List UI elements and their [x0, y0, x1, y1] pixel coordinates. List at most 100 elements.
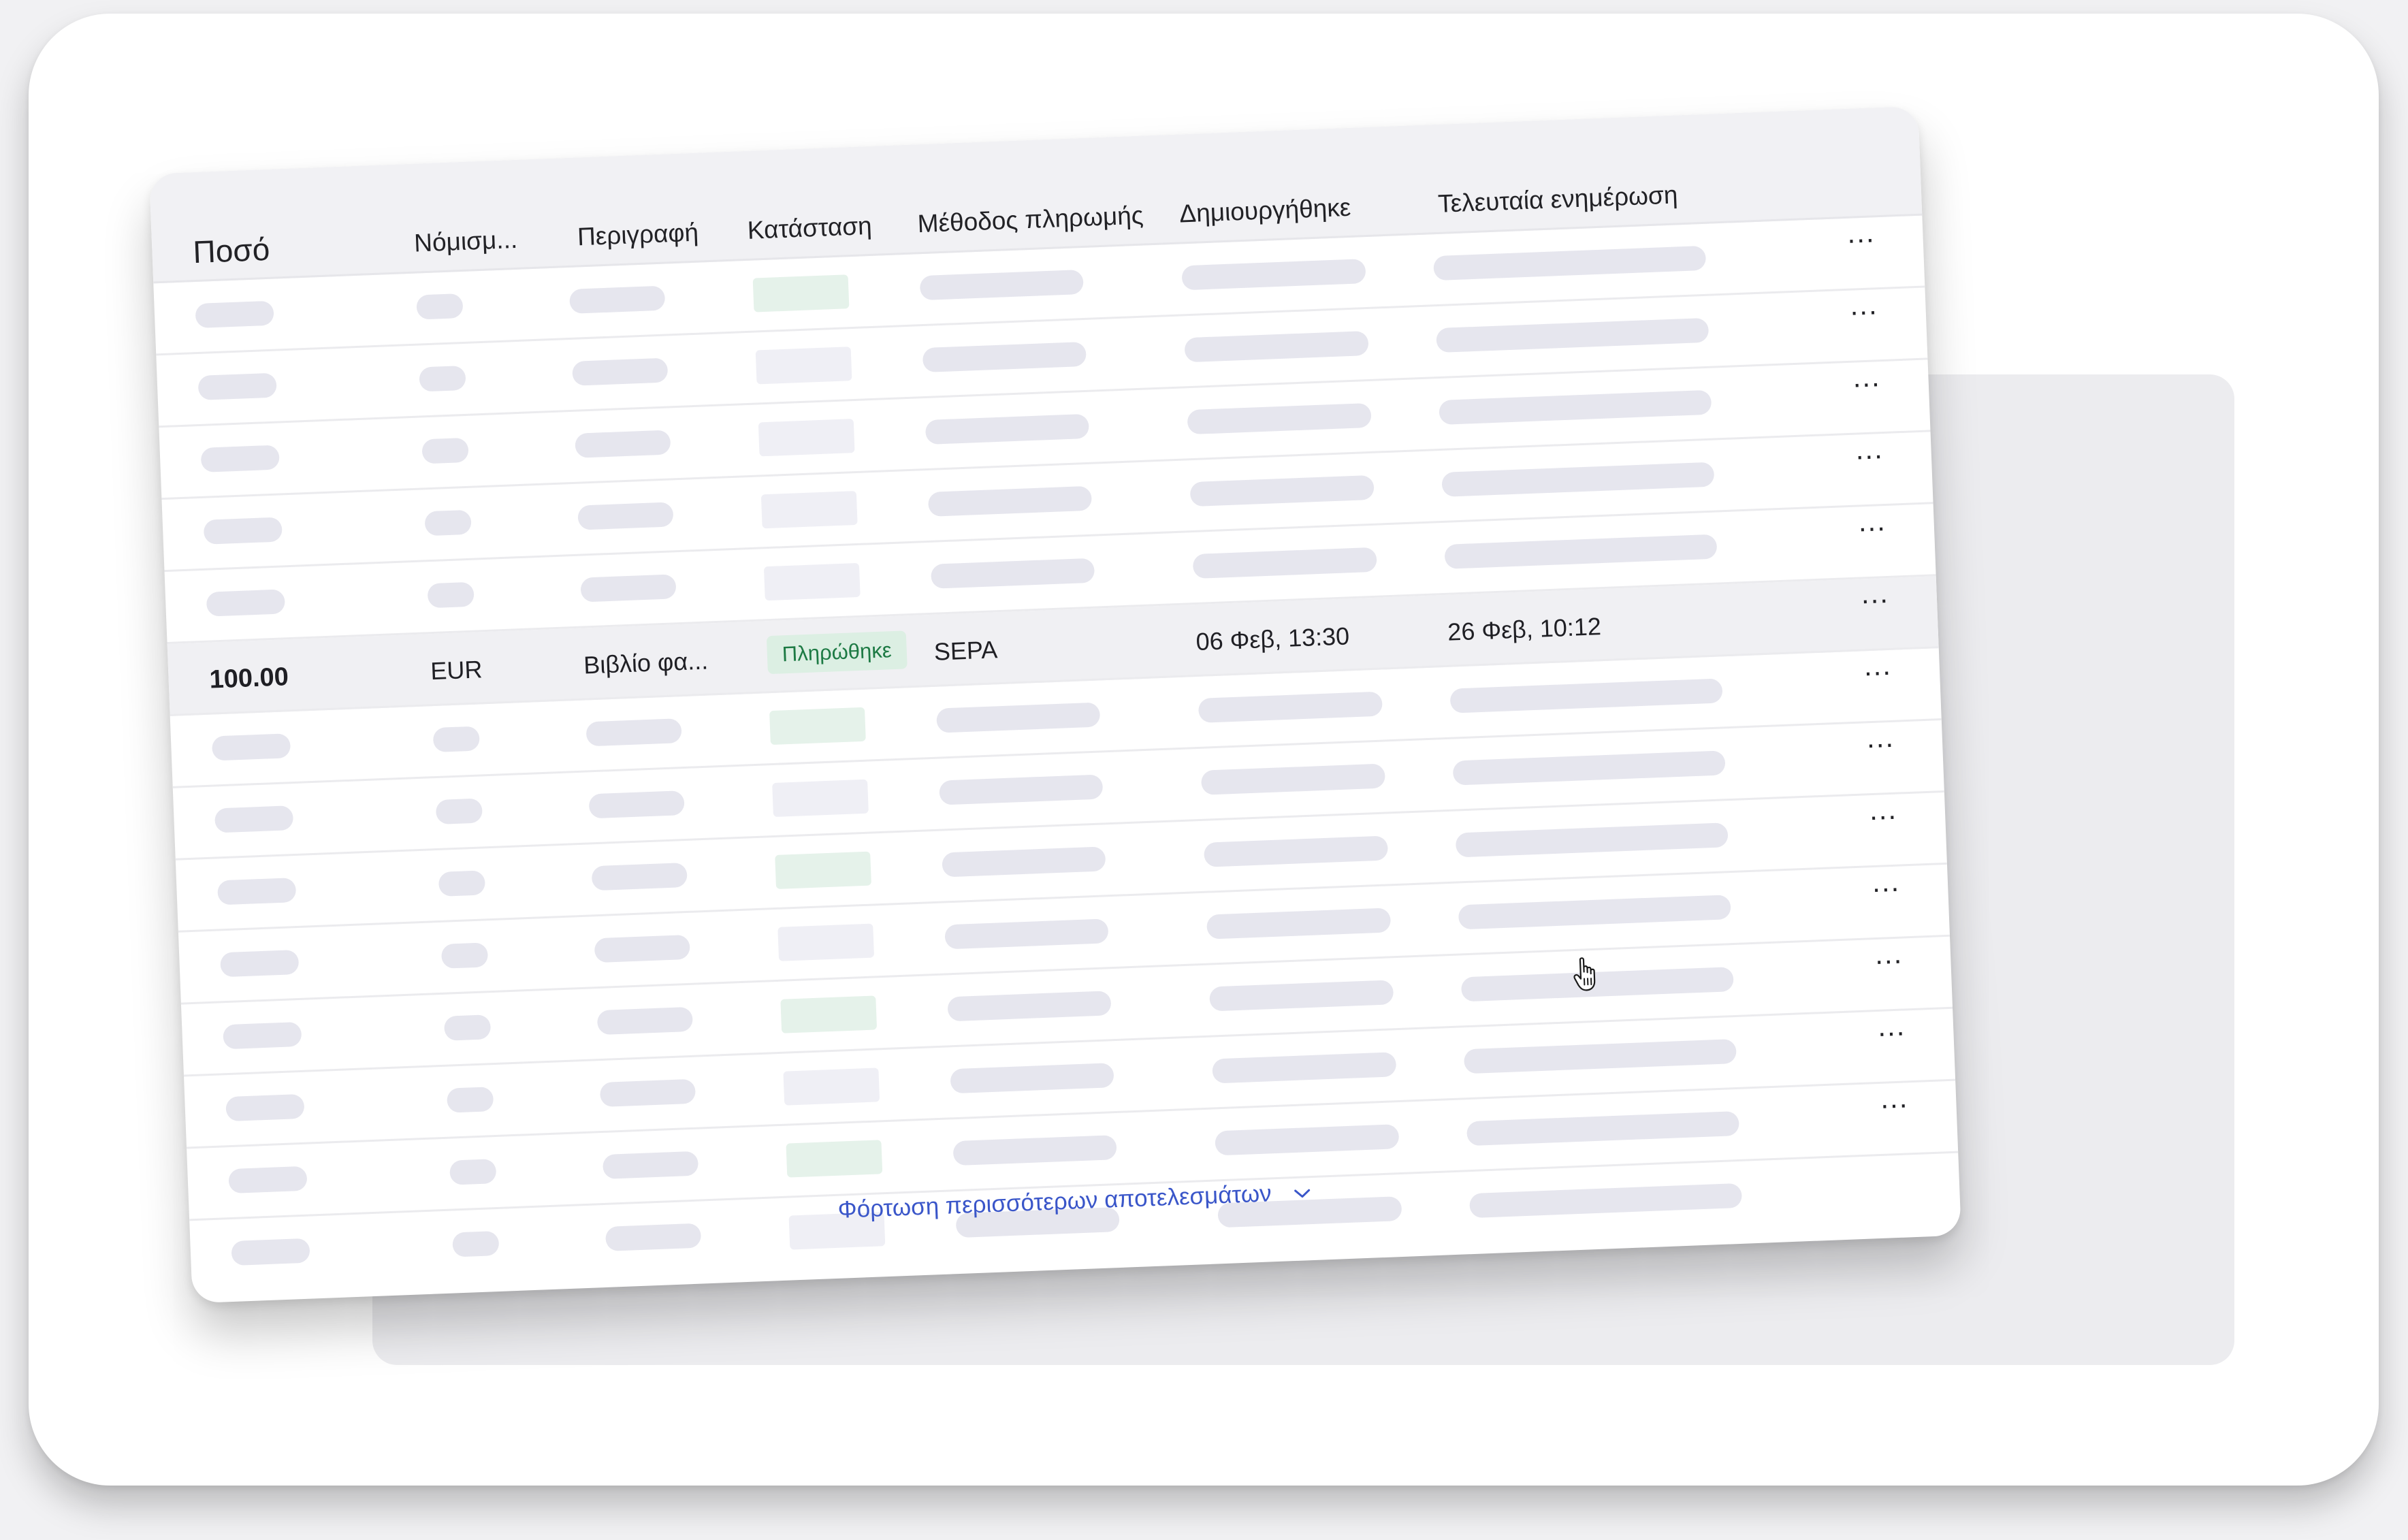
skeleton-status	[752, 274, 850, 312]
more-horizontal-icon[interactable]: ...	[1877, 1009, 1906, 1042]
skeleton-description	[596, 1006, 694, 1036]
more-horizontal-icon[interactable]: ...	[1872, 865, 1901, 899]
skeleton-description	[575, 430, 671, 458]
skeleton-payment-method	[950, 1063, 1114, 1094]
skeleton-updated	[1452, 750, 1726, 786]
skeleton-amount	[203, 517, 283, 545]
cell-amount: 100.00	[208, 662, 289, 694]
chevron-down-icon	[1294, 1189, 1310, 1198]
skeleton-status	[772, 779, 869, 818]
skeleton-payment-method	[942, 846, 1106, 878]
skeleton-amount	[206, 589, 286, 617]
skeleton-amount	[197, 372, 277, 400]
skeleton-currency	[427, 581, 475, 609]
skeleton-created	[1189, 475, 1375, 507]
more-horizontal-icon[interactable]: ...	[1861, 577, 1890, 610]
skeleton-status	[763, 562, 861, 601]
skeleton-description	[594, 934, 690, 963]
skeleton-created	[1184, 330, 1369, 363]
skeleton-updated	[1449, 678, 1723, 713]
skeleton-payment-method	[922, 341, 1087, 373]
cell-description: Βιβλίο φα...	[583, 646, 709, 679]
skeleton-currency	[416, 293, 464, 320]
more-horizontal-icon[interactable]: ...	[1858, 504, 1887, 538]
skeleton-updated	[1433, 245, 1707, 281]
status-badge: Πληρώθηκε	[766, 630, 908, 675]
column-header-currency[interactable]: Νόμισμ...	[413, 225, 517, 258]
skeleton-status	[760, 490, 858, 529]
skeleton-currency	[438, 870, 486, 897]
skeleton-payment-method	[925, 413, 1090, 445]
skeleton-description	[588, 790, 685, 819]
skeleton-currency	[446, 1087, 494, 1113]
skeleton-amount	[228, 1166, 308, 1194]
skeleton-currency	[435, 798, 483, 825]
skeleton-payment-method	[936, 702, 1101, 733]
skeleton-currency	[449, 1159, 497, 1185]
skeleton-amount	[214, 805, 294, 833]
skeleton-payment-method	[919, 269, 1084, 301]
more-horizontal-icon[interactable]: ...	[1855, 432, 1884, 466]
skeleton-created	[1203, 835, 1389, 867]
skeleton-amount	[225, 1093, 305, 1122]
more-horizontal-icon[interactable]: ...	[1880, 1081, 1909, 1114]
skeleton-description	[591, 862, 688, 891]
column-header-description[interactable]: Περιγραφή	[577, 219, 699, 252]
skeleton-created	[1181, 259, 1366, 291]
cell-currency: EUR	[430, 655, 483, 686]
skeleton-status	[777, 923, 875, 961]
skeleton-payment-method	[939, 774, 1104, 805]
more-horizontal-icon[interactable]: ...	[1866, 721, 1895, 754]
skeleton-created	[1192, 547, 1377, 579]
skeleton-currency	[421, 437, 469, 464]
skeleton-status	[783, 1068, 880, 1106]
column-header-payment-method[interactable]: Μέθοδος πληρωμής	[917, 202, 1144, 239]
column-header-updated[interactable]: Τελευταία ενημέρωση	[1437, 180, 1678, 218]
skeleton-status	[775, 851, 871, 889]
skeleton-description	[602, 1151, 699, 1179]
skeleton-created	[1212, 1052, 1397, 1084]
skeleton-status	[758, 419, 855, 457]
skeleton-payment-method	[944, 918, 1109, 950]
skeleton-currency	[419, 365, 466, 392]
more-horizontal-icon[interactable]: ...	[1846, 216, 1876, 249]
skeleton-amount	[211, 733, 291, 761]
skeleton-payment-method	[930, 558, 1095, 589]
skeleton-updated	[1458, 895, 1731, 930]
skeleton-description	[585, 718, 682, 747]
skeleton-created	[1209, 980, 1394, 1012]
more-horizontal-icon[interactable]: ...	[1863, 649, 1893, 682]
column-header-created[interactable]: Δημιουργήθηκε	[1179, 193, 1351, 229]
more-horizontal-icon[interactable]: ...	[1874, 937, 1904, 970]
skeleton-status	[769, 707, 866, 745]
skeleton-created	[1187, 402, 1372, 435]
cell-updated: 26 Φεβ, 10:12	[1447, 612, 1602, 646]
more-horizontal-icon[interactable]: ...	[1869, 793, 1898, 827]
skeleton-created	[1215, 1124, 1400, 1156]
skeleton-updated	[1444, 534, 1718, 569]
skeleton-amount	[195, 300, 274, 329]
skeleton-currency	[424, 509, 472, 536]
skeleton-payment-method	[927, 485, 1093, 517]
column-header-amount[interactable]: Ποσό	[193, 231, 271, 270]
more-horizontal-icon[interactable]: ...	[1849, 288, 1878, 321]
skeleton-description	[577, 502, 674, 530]
skeleton-status	[755, 347, 852, 385]
skeleton-description	[569, 285, 666, 314]
skeleton-amount	[217, 878, 297, 905]
skeleton-amount	[223, 1021, 302, 1050]
skeleton-status	[780, 995, 878, 1033]
skeleton-amount	[220, 949, 300, 978]
skeleton-created	[1198, 691, 1383, 723]
skeleton-updated	[1441, 462, 1715, 497]
more-horizontal-icon[interactable]: ...	[1852, 360, 1881, 394]
cell-created: 06 Φεβ, 13:30	[1195, 622, 1350, 656]
column-header-status[interactable]: Κατάσταση	[747, 212, 872, 245]
skeleton-updated	[1455, 822, 1729, 858]
skeleton-currency	[432, 726, 480, 753]
skeleton-currency	[440, 942, 489, 969]
skeleton-status	[786, 1140, 883, 1178]
skeleton-created	[1206, 908, 1392, 940]
skeleton-payment-method	[952, 1135, 1117, 1166]
skeleton-currency	[443, 1014, 492, 1041]
